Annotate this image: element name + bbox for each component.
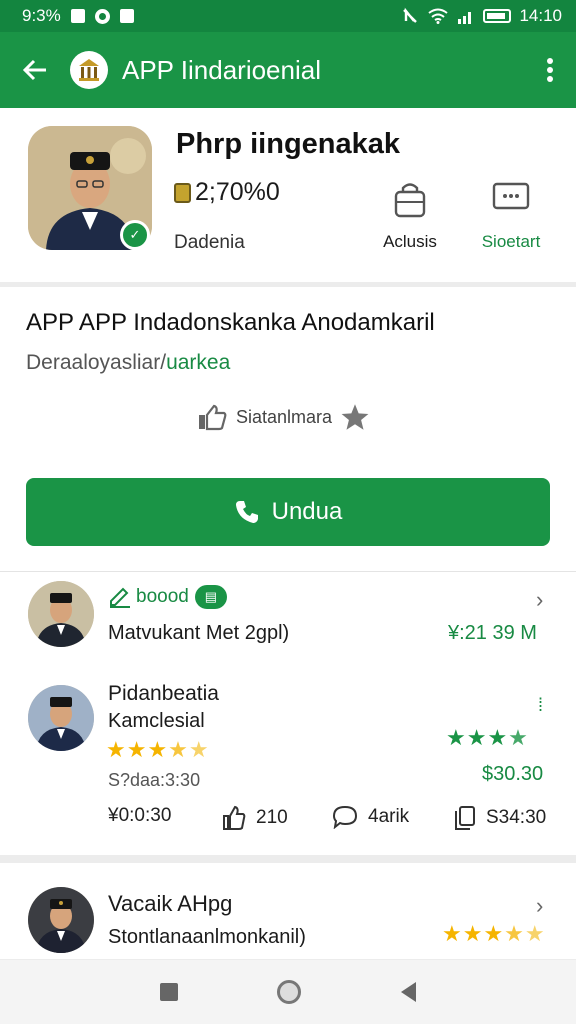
institution-icon: [79, 59, 99, 81]
list-item-avatar[interactable]: [28, 581, 94, 647]
divider: [0, 571, 576, 572]
list-item-tag-row: boood ▤: [108, 585, 227, 609]
verified-badge-icon: ✓: [120, 220, 150, 250]
list-item-title: Pidanbeatia: [108, 682, 219, 705]
detail-subtitle-accent: uarkea: [166, 351, 231, 374]
copy-icon: [455, 806, 475, 830]
wifi-icon: [428, 8, 449, 24]
action-button-chat[interactable]: Sioetart: [456, 180, 566, 252]
app-title: APP Iindarioenial: [122, 54, 321, 85]
stat-value: S34:30: [486, 807, 547, 828]
phone-icon: [235, 501, 258, 523]
edit-icon: [110, 587, 130, 608]
stat-comments[interactable]: 4arik: [332, 805, 409, 829]
list-item-title: Vacaik AHpg: [108, 891, 233, 916]
more-vert-icon: [547, 58, 553, 82]
list-item-card[interactable]: Vacaik AHpg Stontlanaanlmonkanil) › ★★★★…: [0, 863, 576, 959]
download-button[interactable]: Undua: [26, 478, 550, 546]
chevron-right-icon[interactable]: ›: [536, 893, 543, 919]
home-button[interactable]: [277, 980, 302, 1004]
list-item-subtitle: Stontlanaanlmonkanil): [108, 926, 306, 948]
status-clock: 14:10: [519, 6, 562, 25]
rate-row[interactable]: Siatanlmara: [196, 403, 370, 431]
arrow-left-icon: [22, 59, 46, 81]
star-empty-icon: ★: [524, 921, 546, 946]
profile-card: ✓ Phrp iingenakak 2;70%0 Dadenia Aclusis…: [0, 108, 576, 282]
detail-subtitle-text: Deraaloyasliar/: [26, 351, 167, 374]
list-item-rating: ★★★★★: [442, 921, 546, 946]
star-icon: [341, 404, 369, 430]
app-bar: APP Iindarioenial: [0, 32, 576, 108]
list-item-marker: ⁞: [538, 695, 544, 715]
comment-icon: [332, 805, 358, 829]
action-label: Aclusis: [383, 232, 437, 251]
list-item-subtitle: Kamclesial: [108, 710, 205, 732]
profile-subtitle: Dadenia: [174, 232, 245, 253]
stat-time: ¥0:0:30: [108, 805, 171, 827]
system-nav-bar: [0, 960, 576, 1024]
recents-button[interactable]: [159, 983, 178, 1001]
star-half-icon: ★: [504, 921, 525, 946]
back-button[interactable]: [0, 32, 70, 108]
thumbs-up-icon: [199, 404, 227, 431]
detail-card: APP APP Indadonskanka Anodamkaril Deraal…: [0, 287, 576, 855]
more-options-button[interactable]: [524, 32, 576, 108]
rate-label: Siatanlmara: [236, 406, 333, 427]
stat-likes[interactable]: 210: [222, 805, 288, 831]
balance-value: 2;70%0: [195, 178, 280, 206]
stat-value: 4arik: [368, 806, 410, 827]
list-item-badge-icon: ▤: [194, 585, 227, 609]
mute-icon: [403, 7, 418, 23]
sync-icon: [94, 8, 110, 24]
list-item-rating: ★★★★★: [106, 737, 210, 762]
wallet-icon: [174, 182, 191, 203]
status-time: 9:3%: [22, 6, 61, 25]
list-item-price: $30.30: [482, 763, 544, 785]
app-logo: [70, 51, 108, 89]
back-nav-button[interactable]: [401, 982, 417, 1002]
notification-icon: [70, 9, 85, 23]
stat-value: 210: [256, 807, 288, 828]
thumbs-up-icon: [223, 805, 246, 830]
list-item-rating-side: ★★★★: [446, 725, 529, 750]
download-label: Undua: [271, 498, 343, 525]
action-button-lock[interactable]: Aclusis: [355, 180, 465, 252]
star-half-icon: ★: [168, 737, 189, 762]
list-item-title: Matvukant Met 2gpl): [108, 622, 290, 644]
profile-balance: 2;70%0: [174, 178, 280, 207]
stat-value: ¥0:0:30: [108, 805, 172, 826]
chevron-right-icon[interactable]: ›: [536, 587, 543, 613]
gallery-icon: [119, 9, 134, 23]
detail-title: APP APP Indadonskanka Anodamkaril: [26, 309, 435, 336]
star-empty-icon: ★: [188, 737, 210, 762]
battery-icon: [483, 9, 512, 23]
status-bar: 9:3% 14:10: [0, 0, 576, 32]
list-item-price: ¥:21 39 M: [448, 622, 537, 644]
detail-subtitle: Deraaloyasliar/uarkea: [26, 351, 230, 375]
list-item-avatar[interactable]: [28, 685, 94, 751]
stat-copies[interactable]: S34:30: [454, 805, 546, 831]
action-label: Sioetart: [481, 232, 541, 251]
list-item-avatar[interactable]: [28, 887, 94, 953]
bag-icon: [394, 183, 426, 218]
list-item-tag: boood: [136, 586, 189, 607]
profile-name: Phrp iingenakak: [176, 128, 401, 160]
list-item-meta: S?daa:3:30: [108, 770, 201, 790]
star-half-icon: ★: [508, 725, 529, 750]
signal-icon: [458, 12, 472, 24]
chat-icon: [492, 182, 530, 210]
